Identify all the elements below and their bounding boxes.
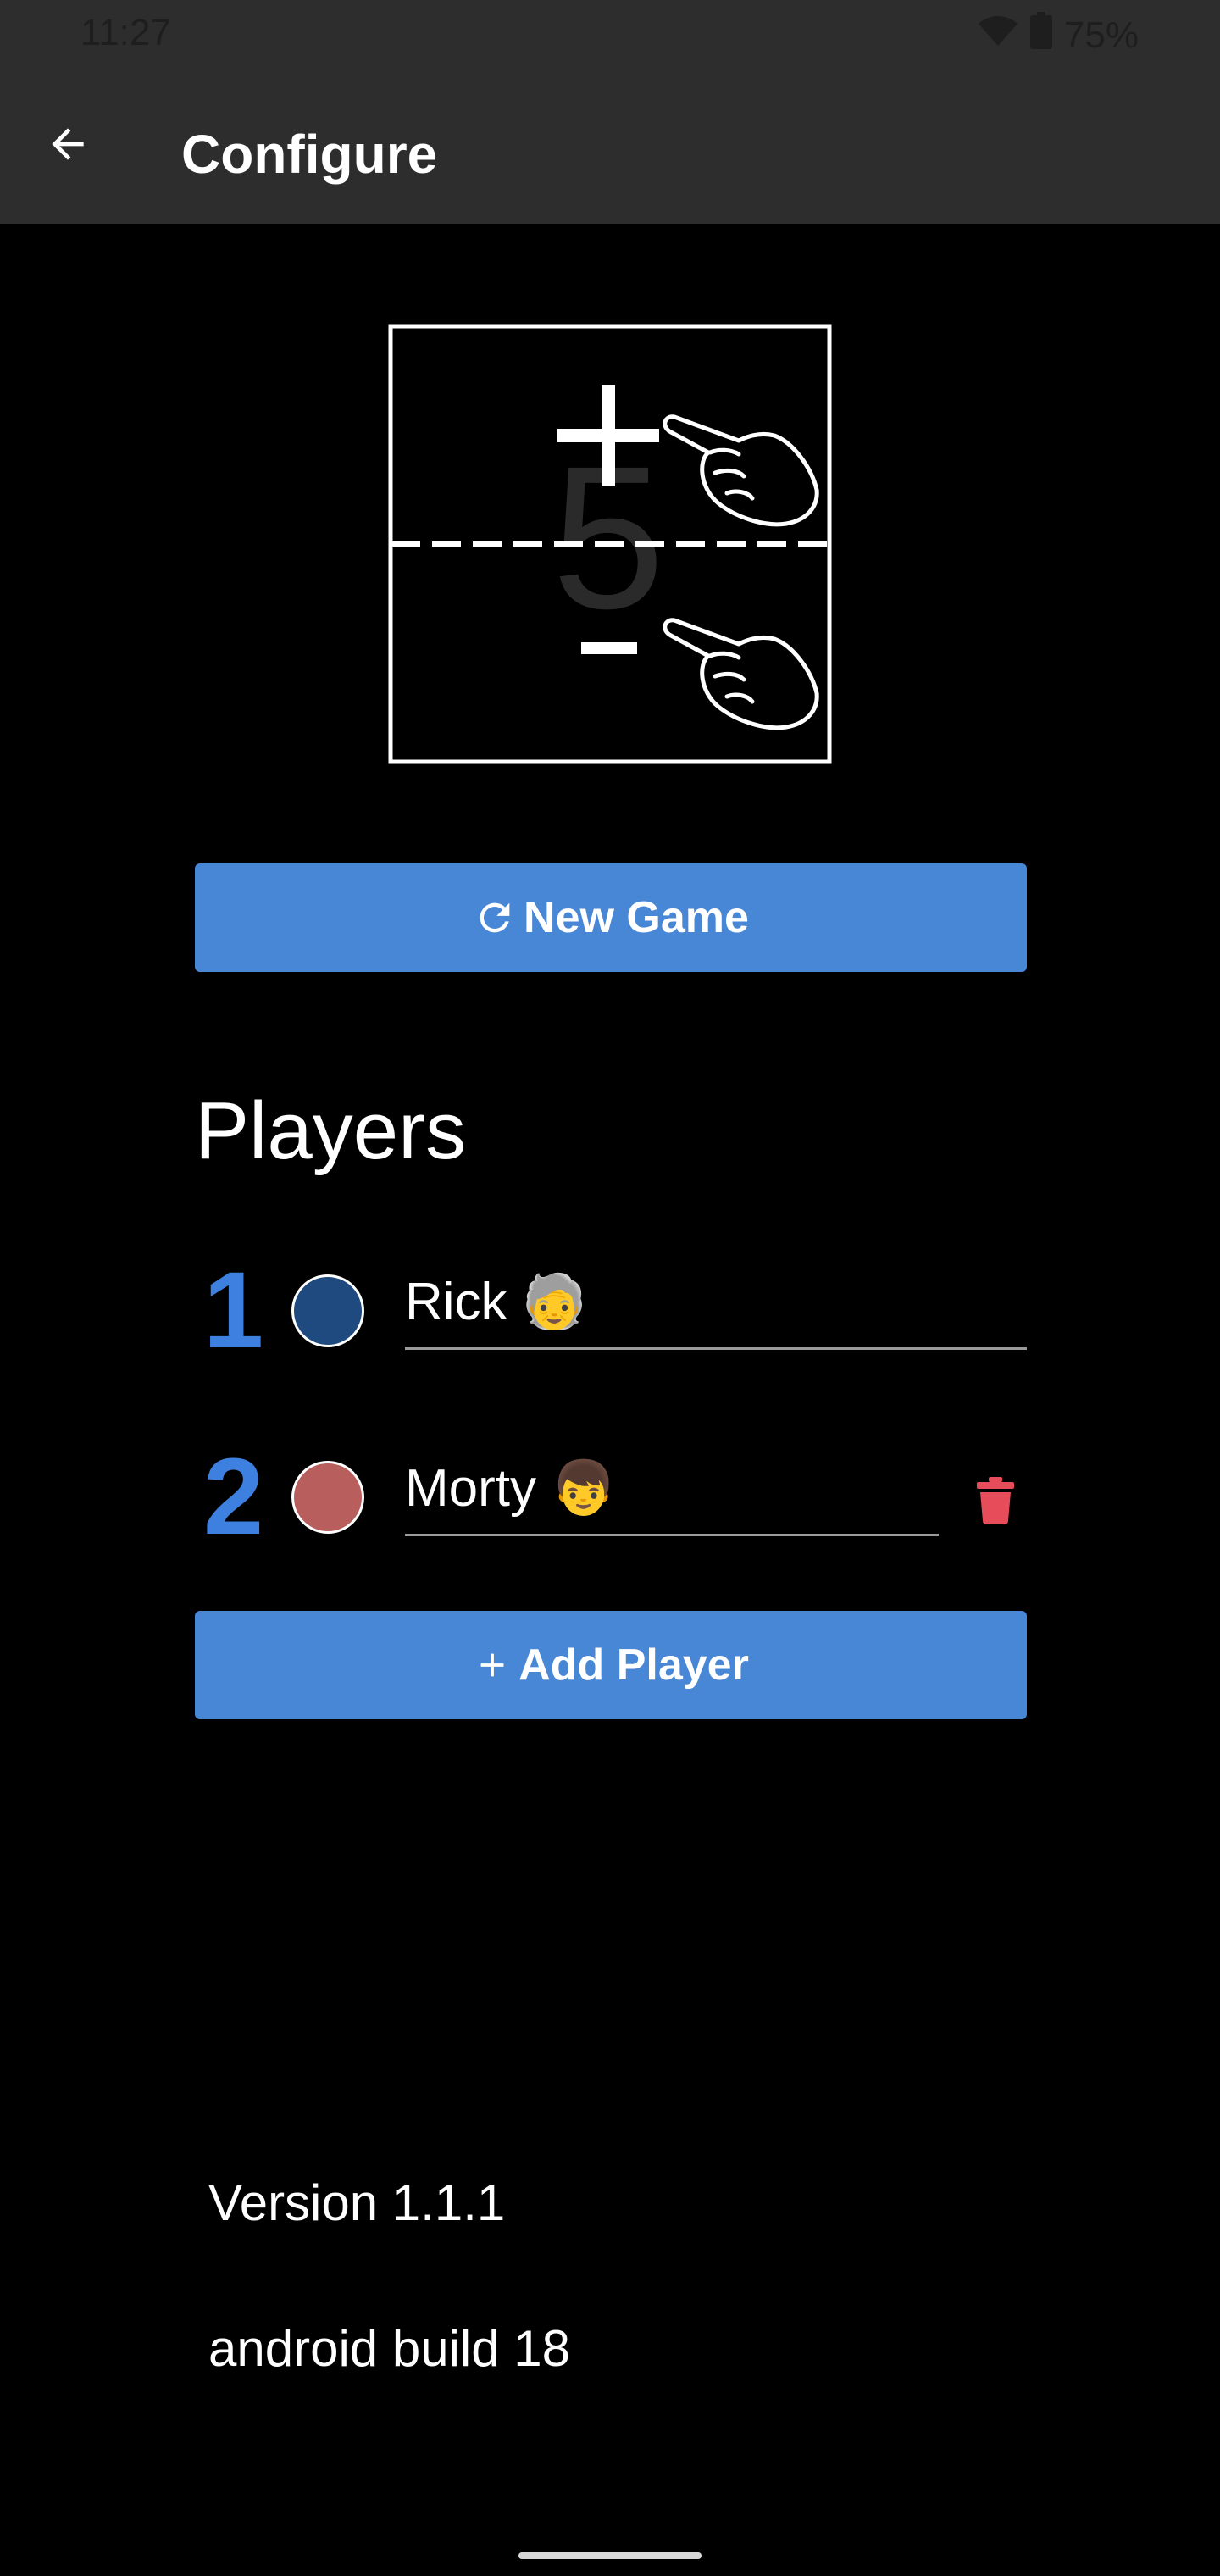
player-number: 1 xyxy=(203,1250,264,1371)
player-name-input[interactable]: Morty 👦 xyxy=(405,1451,616,1527)
add-player-button[interactable]: Add Player xyxy=(195,1611,1027,1719)
status-bar: 11:27 75% xyxy=(0,0,1220,71)
player-name-input[interactable]: Rick 🧓 xyxy=(405,1264,587,1341)
player-number: 2 xyxy=(203,1436,264,1557)
build-text: android build 18 xyxy=(208,2320,571,2377)
player-color-swatch[interactable] xyxy=(291,1461,364,1534)
plus-icon xyxy=(480,1653,504,1677)
player-name-underline xyxy=(405,1534,939,1536)
player-row: 2 Morty 👦 xyxy=(195,1434,1042,1561)
home-indicator[interactable] xyxy=(518,2552,702,2559)
minus-icon xyxy=(581,642,637,654)
pointing-hand-icon xyxy=(663,618,819,730)
page-title: Configure xyxy=(181,124,438,185)
player-row: 1 Rick 🧓 xyxy=(195,1247,1042,1374)
battery-icon xyxy=(1029,12,1052,58)
wifi-icon xyxy=(978,14,1018,57)
battery-percent: 75% xyxy=(1063,14,1139,56)
add-player-label: Add Player xyxy=(518,1641,749,1690)
instructions-illustration: 5 xyxy=(388,324,832,764)
pointing-hand-icon xyxy=(663,414,819,527)
arrow-left-icon xyxy=(52,128,84,160)
player-name-underline xyxy=(405,1347,1027,1350)
status-time: 11:27 xyxy=(80,12,171,53)
trash-icon xyxy=(977,1477,1014,1524)
new-game-label: New Game xyxy=(524,893,749,942)
refresh-icon xyxy=(480,902,510,933)
back-button[interactable] xyxy=(34,110,102,178)
new-game-button[interactable]: New Game xyxy=(195,863,1027,972)
delete-player-button[interactable] xyxy=(968,1471,1023,1530)
player-color-swatch[interactable] xyxy=(291,1274,364,1347)
version-text: Version 1.1.1 xyxy=(208,2174,506,2231)
status-indicators: 75% xyxy=(978,12,1139,58)
players-heading: Players xyxy=(195,1085,467,1176)
